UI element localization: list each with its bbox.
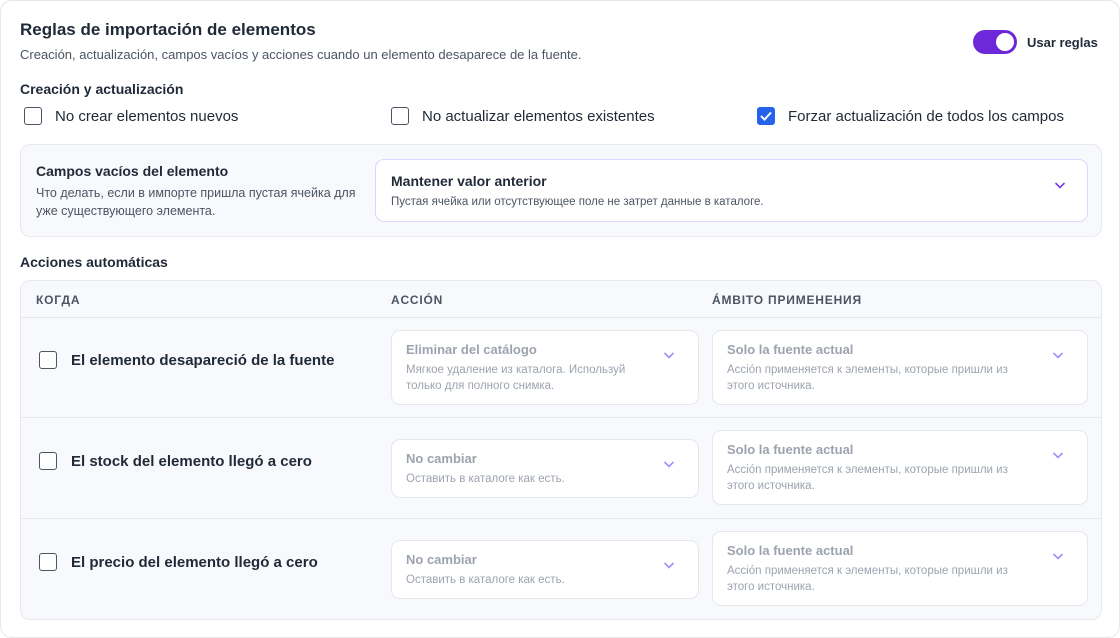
- select-value: No cambiar: [406, 552, 477, 567]
- column-when: КОГДА: [36, 293, 81, 307]
- row-label: El stock del elemento llegó a cero: [71, 452, 312, 470]
- table-row: El stock del elemento llegó a cero No ca…: [21, 418, 1101, 519]
- select-value: Solo la fuente actual: [727, 442, 854, 457]
- option-label: Forzar actualización de todos los campos: [788, 107, 1064, 125]
- select-hint: Пустая ячейка или отсутствующее поле не …: [391, 196, 764, 208]
- empty-fields-select[interactable]: Mantener valor anterior Пустая ячейка ил…: [375, 159, 1088, 222]
- toggle-switch[interactable]: [973, 30, 1017, 54]
- option-label: No actualizar elementos existentes: [422, 107, 655, 125]
- column-scope: ÁMBITO ПРИМЕНЕНИЯ: [712, 293, 862, 307]
- select-value: No cambiar: [406, 451, 477, 466]
- auto-actions-table: КОГДА ACCIÓN ÁMBITO ПРИМЕНЕНИЯ El elemen…: [20, 280, 1102, 620]
- use-rules-toggle[interactable]: Usar reglas: [973, 30, 1098, 54]
- checkbox[interactable]: [757, 107, 775, 125]
- option-label: No crear elementos nuevos: [55, 107, 239, 125]
- select-hint: Оставить в каталоге как есть.: [406, 473, 565, 485]
- row-label: El elemento desapareció de la fuente: [71, 351, 335, 369]
- select-value: Solo la fuente actual: [727, 543, 854, 558]
- option-force-update[interactable]: Forzar actualización de todos los campos: [757, 107, 1064, 125]
- import-rules-card: Reglas de importación de elementos Creac…: [0, 0, 1120, 638]
- toggle-label: Usar reglas: [1027, 34, 1098, 50]
- row-checkbox-wrap[interactable]: El stock del elemento llegó a cero: [39, 452, 312, 470]
- action-select[interactable]: No cambiar Оставить в каталоге как есть.: [391, 439, 699, 498]
- checkbox[interactable]: [39, 351, 57, 369]
- chevron-down-icon: [663, 352, 675, 359]
- select-hint: Оставить в каталоге как есть.: [406, 574, 565, 586]
- checkbox[interactable]: [24, 107, 42, 125]
- chevron-down-icon: [663, 461, 675, 468]
- empty-fields-title: Campos vacíos del elemento: [36, 163, 229, 179]
- scope-select[interactable]: Solo la fuente actual Acción применяется…: [712, 330, 1088, 405]
- column-action: ACCIÓN: [391, 293, 444, 307]
- scope-select[interactable]: Solo la fuente actual Acción применяется…: [712, 531, 1088, 606]
- chevron-down-icon: [1052, 553, 1064, 560]
- chevron-down-icon: [1052, 452, 1064, 459]
- chevron-down-icon: [1054, 182, 1066, 189]
- option-no-update[interactable]: No actualizar elementos existentes: [391, 107, 655, 125]
- option-no-create[interactable]: No crear elementos nuevos: [24, 107, 238, 125]
- table-header: КОГДА ACCIÓN ÁMBITO ПРИМЕНЕНИЯ: [21, 281, 1101, 318]
- empty-fields-description: Что делать, если в импорте пришла пустая…: [36, 186, 356, 218]
- select-value: Mantener valor anterior: [391, 173, 547, 189]
- empty-fields-panel: Campos vacíos del elemento Что делать, е…: [20, 144, 1102, 237]
- select-hint: Acción применяется к элементы, которые п…: [727, 364, 1008, 392]
- chevron-down-icon: [663, 562, 675, 569]
- checkbox[interactable]: [39, 553, 57, 571]
- check-icon: [760, 111, 772, 121]
- scope-select[interactable]: Solo la fuente actual Acción применяется…: [712, 430, 1088, 505]
- row-checkbox-wrap[interactable]: El precio del elemento llegó a cero: [39, 553, 318, 571]
- row-checkbox-wrap[interactable]: El elemento desapareció de la fuente: [39, 351, 334, 369]
- checkbox[interactable]: [39, 452, 57, 470]
- row-label: El precio del elemento llegó a cero: [71, 553, 318, 571]
- checkbox[interactable]: [391, 107, 409, 125]
- select-hint: Мягкое удаление из каталога. Используй т…: [406, 364, 626, 392]
- select-value: Eliminar del catálogo: [406, 342, 537, 357]
- creation-section-title: Creación y actualización: [20, 81, 184, 97]
- page-title: Reglas de importación de elementos: [20, 20, 316, 39]
- select-hint: Acción применяется к элементы, которые п…: [727, 565, 1008, 593]
- select-hint: Acción применяется к элементы, которые п…: [727, 464, 1008, 492]
- auto-actions-title: Acciones automáticas: [20, 254, 168, 270]
- toggle-knob: [996, 33, 1014, 51]
- action-select[interactable]: Eliminar del catálogo Мягкое удаление из…: [391, 330, 699, 405]
- page-subtitle: Creación, actualización, campos vacíos y…: [20, 47, 582, 62]
- action-select[interactable]: No cambiar Оставить в каталоге как есть.: [391, 540, 699, 599]
- table-row: El precio del elemento llegó a cero No c…: [21, 519, 1101, 619]
- chevron-down-icon: [1052, 352, 1064, 359]
- table-row: El elemento desapareció de la fuente Eli…: [21, 318, 1101, 418]
- select-value: Solo la fuente actual: [727, 342, 854, 357]
